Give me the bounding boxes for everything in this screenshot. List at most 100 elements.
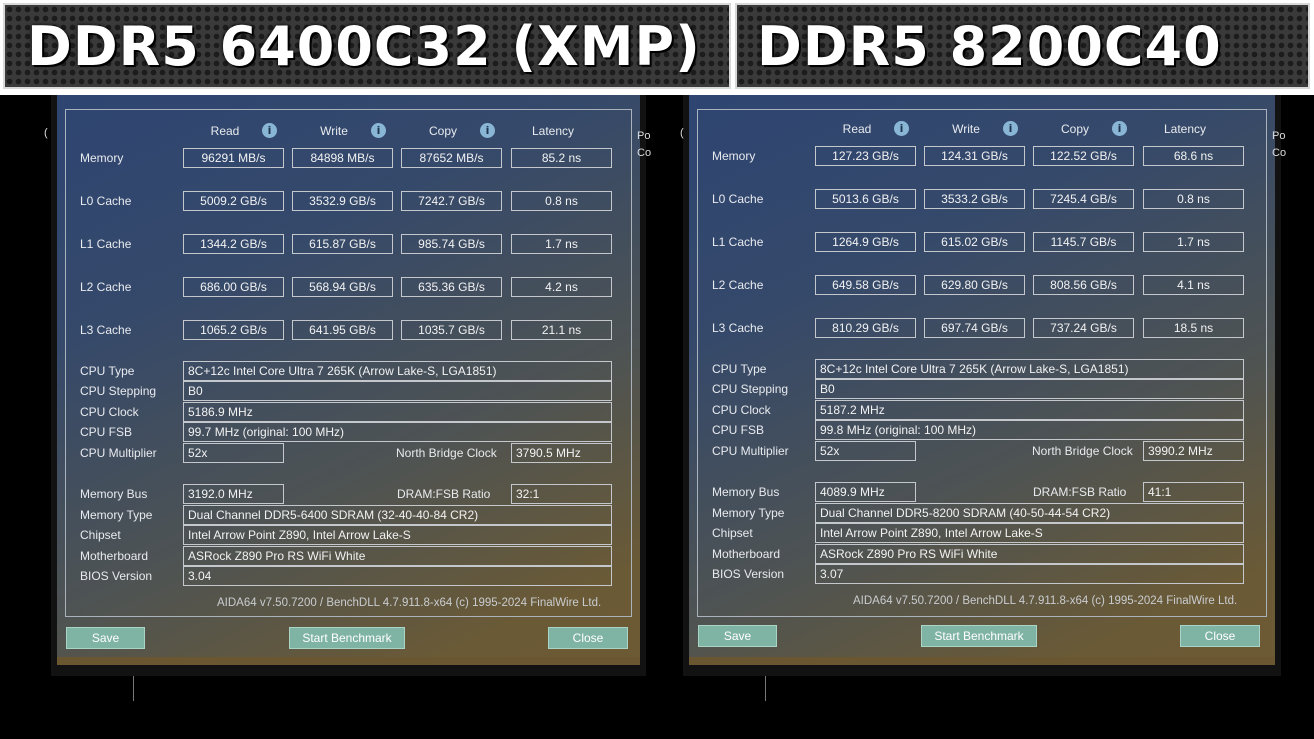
l1-latency-value: 1.7 ns [1143,232,1244,252]
memory-read-value: 127.23 GB/s [815,146,916,166]
memory-bus-value: 4089.9 MHz [815,482,916,502]
l1-copy-value: 985.74 GB/s [401,234,502,254]
column-header-copy: Copy [428,124,457,138]
title-left: DDR5 6400C32 (XMP) [27,15,701,78]
aida64-window-left: Read Write Copy Latency i i i Memory 96291 MB/s 8… [44,95,651,676]
cpu-multiplier-value: 52x [815,441,916,461]
close-button[interactable]: Close [1180,625,1260,647]
window-face: Read Write Copy Latency i i i Memory 96291 MB/s 8… [57,95,640,665]
row-label-dram-fsb: DRAM:FSB Ratio [397,487,491,501]
dram-fsb-value: 41:1 [1143,482,1244,502]
row-label-l2: L2 Cache [80,280,132,294]
memory-write-value: 84898 MB/s [292,148,393,168]
save-button[interactable]: Save [698,625,777,647]
l0-read-value: 5013.6 GB/s [815,189,916,209]
start-benchmark-button[interactable]: Start Benchmark [289,627,405,649]
l2-copy-value: 635.36 GB/s [401,277,502,297]
start-benchmark-button[interactable]: Start Benchmark [921,625,1037,647]
row-label-l0: L0 Cache [80,194,132,208]
l2-read-value: 649.58 GB/s [815,275,916,295]
row-label-chipset: Chipset [80,528,121,542]
column-header-latency: Latency [1163,122,1207,136]
title-box-right: DDR5 8200C40 [735,3,1310,89]
cpu_stepping-value: B0 [183,381,612,401]
row-label-cpu_multiplier: CPU Multiplier [712,444,789,458]
row-label-bios_version: BIOS Version [712,567,785,581]
l0-write-value: 3532.9 GB/s [292,191,393,211]
l3-read-value: 1065.2 GB/s [183,320,284,340]
row-label-l3: L3 Cache [712,321,764,335]
l2-latency-value: 4.2 ns [511,277,612,297]
title-banner: DDR5 6400C32 (XMP) DDR5 8200C40 [0,0,1314,95]
window-face: Read Write Copy Latency i i i Memory 127.23 GB/s… [689,95,1275,665]
l2-write-value: 568.94 GB/s [292,277,393,297]
info-icon[interactable]: i [480,123,495,138]
memory-copy-value: 87652 MB/s [401,148,502,168]
row-label-memory_type: Memory Type [80,508,153,522]
row-label-cpu_type: CPU Type [80,364,135,378]
row-label-nb-clock: North Bridge Clock [1032,444,1133,458]
row-label-cpu_stepping: CPU Stepping [80,384,157,398]
cpu_fsb-value: 99.8 MHz (original: 100 MHz) [815,420,1244,440]
row-label-l3: L3 Cache [80,323,132,337]
cpu_clock-value: 5187.2 MHz [815,400,1244,420]
column-header-write: Write [952,122,980,136]
cpu_stepping-value: B0 [815,379,1244,399]
background-window-text: ( [44,127,48,139]
row-label-l1: L1 Cache [80,237,132,251]
info-icon[interactable]: i [1112,121,1127,136]
l2-read-value: 686.00 GB/s [183,277,284,297]
title-box-left: DDR5 6400C32 (XMP) [3,3,731,89]
info-icon[interactable]: i [371,123,386,138]
column-header-read: Read [210,124,240,138]
close-button[interactable]: Close [548,627,628,649]
background-window-text: Co [637,147,652,159]
row-label-motherboard: Motherboard [80,549,149,563]
chipset-value: Intel Arrow Point Z890, Intel Arrow Lake… [183,525,612,545]
motherboard-value: ASRock Z890 Pro RS WiFi White [183,546,612,566]
info-icon[interactable]: i [1003,121,1018,136]
info-icon[interactable]: i [894,121,909,136]
info-icon[interactable]: i [262,123,277,138]
cpu_fsb-value: 99.7 MHz (original: 100 MHz) [183,422,612,442]
row-label-bios_version: BIOS Version [80,569,153,583]
memory-latency-value: 85.2 ns [511,148,612,168]
row-label-dram-fsb: DRAM:FSB Ratio [1033,485,1127,499]
l3-latency-value: 18.5 ns [1143,318,1244,338]
footer-copyright: AIDA64 v7.50.7200 / BenchDLL 4.7.911.8-x… [853,595,1238,607]
chipset-value: Intel Arrow Point Z890, Intel Arrow Lake… [815,523,1244,543]
background-window-text: Po [1272,130,1286,142]
l3-copy-value: 737.24 GB/s [1033,318,1134,338]
l1-read-value: 1264.9 GB/s [815,232,916,252]
bios_version-value: 3.04 [183,566,612,586]
l3-latency-value: 21.1 ns [511,320,612,340]
row-label-l1: L1 Cache [712,235,764,249]
column-header-copy: Copy [1060,122,1089,136]
row-label-chipset: Chipset [712,526,753,540]
l1-latency-value: 1.7 ns [511,234,612,254]
column-header-read: Read [842,122,872,136]
background-window-text: ( [680,127,684,139]
background-window-text: Po [637,130,651,142]
divider [765,676,766,701]
motherboard-value: ASRock Z890 Pro RS WiFi White [815,544,1244,564]
save-button[interactable]: Save [66,627,145,649]
row-label-l2: L2 Cache [712,278,764,292]
row-label-memory: Memory [712,149,756,163]
nb-clock-value: 3790.5 MHz [511,443,612,463]
l3-write-value: 641.95 GB/s [292,320,393,340]
background-window-text: Co [1272,147,1287,159]
column-header-latency: Latency [531,124,575,138]
title-right: DDR5 8200C40 [757,15,1222,78]
row-label-memory_bus: Memory Bus [80,487,148,501]
l1-write-value: 615.02 GB/s [924,232,1025,252]
row-label-memory_type: Memory Type [712,506,785,520]
l3-read-value: 810.29 GB/s [815,318,916,338]
row-label-cpu_clock: CPU Clock [80,405,139,419]
l1-write-value: 615.87 GB/s [292,234,393,254]
memory_type-value: Dual Channel DDR5-6400 SDRAM (32-40-40-8… [183,505,612,525]
l1-copy-value: 1145.7 GB/s [1033,232,1134,252]
l2-write-value: 629.80 GB/s [924,275,1025,295]
l3-write-value: 697.74 GB/s [924,318,1025,338]
cpu_type-value: 8C+12c Intel Core Ultra 7 265K (Arrow La… [815,359,1244,379]
